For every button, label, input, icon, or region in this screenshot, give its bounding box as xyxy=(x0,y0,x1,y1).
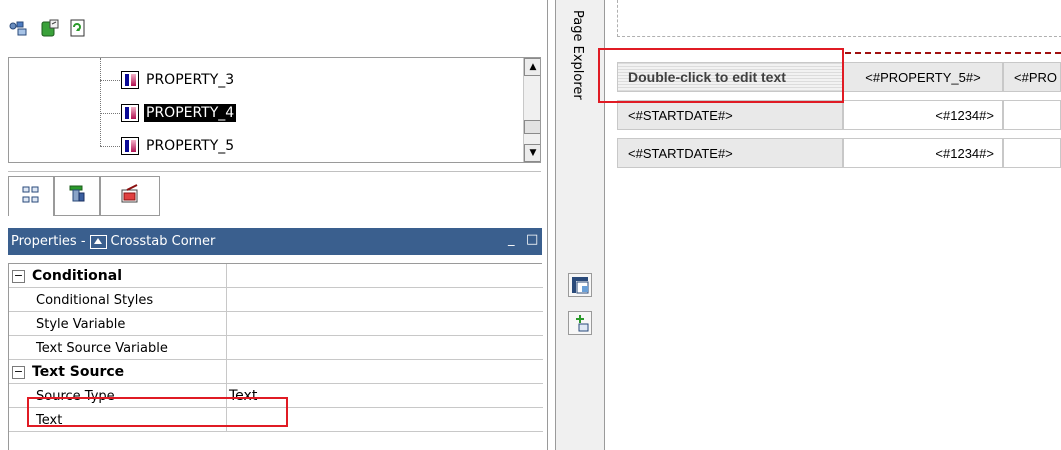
column-header[interactable]: <#PRO xyxy=(1003,62,1061,92)
category-label: Conditional xyxy=(32,268,123,284)
tree-connector xyxy=(100,146,120,147)
tree-item-label: PROPERTY_5 xyxy=(146,138,235,154)
measure-cell[interactable]: <#1234#> xyxy=(843,138,1003,168)
minimize-button[interactable]: _ xyxy=(508,232,515,247)
property-category-conditional[interactable]: − Conditional xyxy=(9,264,543,288)
collapse-icon[interactable]: − xyxy=(12,269,25,283)
measure-cell[interactable]: <#1234#> xyxy=(843,100,1003,130)
pivot-icon[interactable] xyxy=(568,311,592,335)
left-pane: PROPERTY_3 PROPERTY_4 PROPERTY_5 ▲ ▼ Pro… xyxy=(0,0,548,450)
tree-scrollbar[interactable]: ▲ ▼ xyxy=(523,58,540,162)
insertable-objects-icon[interactable] xyxy=(8,18,28,38)
select-ancestor-icon[interactable] xyxy=(89,234,107,249)
tab-toolbox[interactable] xyxy=(100,176,160,216)
properties-title-bar: Properties - Crosstab Corner _ □ xyxy=(8,228,542,255)
property-value[interactable] xyxy=(227,288,543,312)
scroll-down-button[interactable]: ▼ xyxy=(524,144,540,162)
property-value[interactable] xyxy=(227,336,543,360)
tree-item-property-4[interactable]: PROPERTY_4 xyxy=(121,103,237,123)
properties-object-name: Crosstab Corner xyxy=(110,234,216,249)
tree-item-property-3[interactable]: PROPERTY_3 xyxy=(121,70,236,90)
corner-highlight xyxy=(598,48,844,103)
measure-cell[interactable] xyxy=(1003,138,1061,168)
data-item-icon xyxy=(121,71,139,89)
row-header[interactable]: <#STARTDATE#> xyxy=(617,100,843,130)
tree-connector xyxy=(100,113,120,114)
tree-item-label: PROPERTY_4 xyxy=(144,104,237,122)
report-canvas: Double-click to edit text <#PROPERTY_5#>… xyxy=(598,0,1061,450)
data-items-icon[interactable] xyxy=(68,18,88,38)
tree-item-property-5[interactable]: PROPERTY_5 xyxy=(121,136,236,156)
pane-tabs xyxy=(8,171,541,218)
data-item-icon xyxy=(121,137,139,155)
crosstab-icon[interactable] xyxy=(568,273,592,297)
property-name: Text Source Variable xyxy=(36,340,168,356)
properties-title: Properties - xyxy=(11,234,86,249)
property-value xyxy=(227,360,543,384)
property-name: Conditional Styles xyxy=(36,292,154,308)
maximize-button[interactable]: □ xyxy=(526,232,538,247)
toolbox-icon xyxy=(119,184,141,208)
tab-query-explorer[interactable] xyxy=(8,176,54,216)
category-label: Text Source xyxy=(32,364,125,380)
tree-connector xyxy=(100,80,120,81)
crosstab-boundary xyxy=(845,52,1061,54)
property-row-text-source-variable[interactable]: Text Source Variable xyxy=(9,336,543,360)
scroll-thumb[interactable] xyxy=(524,120,540,134)
page-explorer-tab[interactable]: Page Explorer xyxy=(570,10,585,100)
data-item-icon xyxy=(121,104,139,122)
tab-data-items[interactable] xyxy=(54,176,100,216)
toolbar xyxy=(8,18,208,46)
page-header-placeholder xyxy=(617,0,1061,37)
row-header[interactable]: <#STARTDATE#> xyxy=(617,138,843,168)
measure-cell[interactable] xyxy=(1003,100,1061,130)
tree-connector xyxy=(100,58,101,146)
source-tree: PROPERTY_3 PROPERTY_4 PROPERTY_5 ▲ ▼ xyxy=(8,57,541,163)
source-tree-icon[interactable] xyxy=(40,18,60,38)
tree-item-label: PROPERTY_3 xyxy=(146,72,235,88)
property-value xyxy=(227,264,543,288)
column-header[interactable]: <#PROPERTY_5#> xyxy=(843,62,1003,92)
collapse-icon[interactable]: − xyxy=(12,365,25,379)
source-type-highlight xyxy=(27,397,288,427)
property-row-conditional-styles[interactable]: Conditional Styles xyxy=(9,288,543,312)
property-row-style-variable[interactable]: Style Variable xyxy=(9,312,543,336)
property-category-text-source[interactable]: − Text Source xyxy=(9,360,543,384)
scroll-up-button[interactable]: ▲ xyxy=(524,58,540,76)
property-name: Style Variable xyxy=(36,316,126,332)
column-icon xyxy=(67,184,87,208)
hierarchy-icon xyxy=(21,185,41,209)
property-value[interactable] xyxy=(227,312,543,336)
